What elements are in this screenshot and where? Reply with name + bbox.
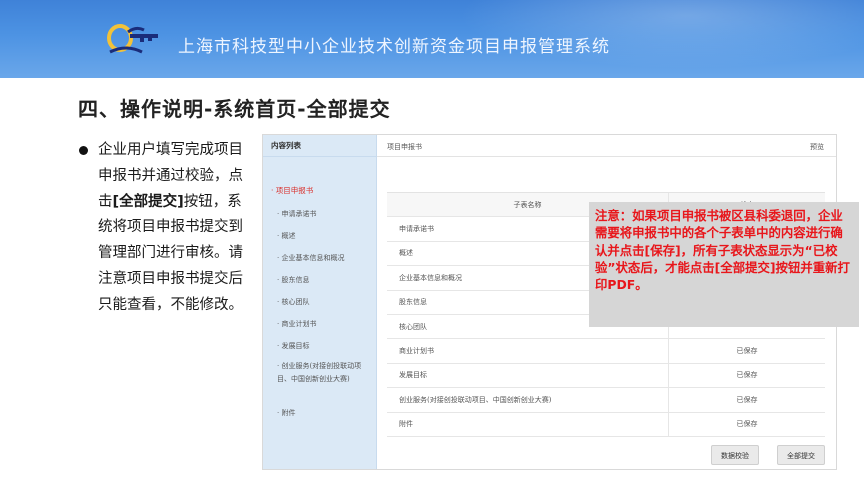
- row-status: 已保存: [736, 371, 758, 380]
- row-status: 已保存: [736, 395, 758, 404]
- sidebar-group-application[interactable]: · 项目申报书: [271, 185, 313, 196]
- bullet-dot: [79, 146, 88, 155]
- notice-callout: 注意：如果项目申报书被区县科委退回，企业需要将申报书中的各个子表单中的内容进行确…: [589, 202, 859, 327]
- bullet-text-after: 按钮，系统将项目申报书提交到管理部门进行审核。请注意项目申报书提交后只能查看，不…: [98, 193, 243, 313]
- row-name: 创业服务(对接创投联动项目、中国创新创业大赛): [387, 388, 669, 412]
- submit-all-button[interactable]: 全部提交: [777, 445, 825, 465]
- bullet-bold-action: [全部提交]: [112, 193, 184, 210]
- row-status: 已保存: [736, 420, 758, 429]
- sidebar-item-attachments[interactable]: · 附件: [277, 408, 295, 418]
- sidebar-item-commitment[interactable]: · 申请承诺书: [277, 209, 316, 219]
- sidebar-item-company-info[interactable]: · 企业基本信息和概况: [277, 253, 344, 263]
- key-logo-icon: [107, 24, 158, 54]
- header-banner: 上海市科技型中小企业技术创新资金项目申报管理系统: [0, 0, 864, 78]
- sidebar-item-overview[interactable]: · 概述: [277, 231, 295, 241]
- row-status: 已保存: [736, 347, 758, 356]
- main-title: 项目申报书: [387, 143, 422, 151]
- table-row[interactable]: 商业计划书 已保存: [387, 339, 825, 364]
- table-row[interactable]: 发展目标 已保存: [387, 363, 825, 389]
- bullet-paragraph: 企业用户填写完成项目申报书并通过校验，点击[全部提交]按钮，系统将项目申报书提交…: [98, 138, 256, 319]
- validate-button[interactable]: 数据校验: [711, 445, 759, 465]
- row-name: 发展目标: [387, 363, 669, 388]
- main-header: 项目申报书 预览: [377, 135, 836, 157]
- row-name: 附件: [387, 412, 669, 436]
- sidebar-title: 内容列表: [263, 135, 376, 157]
- app-title: 上海市科技型中小企业技术创新资金项目申报管理系统: [178, 37, 610, 57]
- preview-link[interactable]: 预览: [810, 142, 824, 152]
- table-row[interactable]: 附件 已保存: [387, 412, 825, 437]
- sidebar-item-goals[interactable]: · 发展目标: [277, 341, 309, 351]
- sidebar-item-core-team[interactable]: · 核心团队: [277, 297, 309, 307]
- content-sidebar: 内容列表 · 项目申报书 · 申请承诺书 · 概述 · 企业基本信息和概况 · …: [263, 135, 377, 469]
- sidebar-item-shareholders[interactable]: · 股东信息: [277, 275, 309, 285]
- slide-title: 四、操作说明-系统首页-全部提交: [78, 97, 391, 121]
- sidebar-item-business-plan[interactable]: · 商业计划书: [277, 319, 316, 329]
- table-row[interactable]: 创业服务(对接创投联动项目、中国创新创业大赛) 已保存: [387, 388, 825, 413]
- row-name: 商业计划书: [387, 339, 669, 363]
- sidebar-item-startup-services[interactable]: · 创业服务(对接创投联动项目、中国创新创业大赛): [277, 360, 369, 386]
